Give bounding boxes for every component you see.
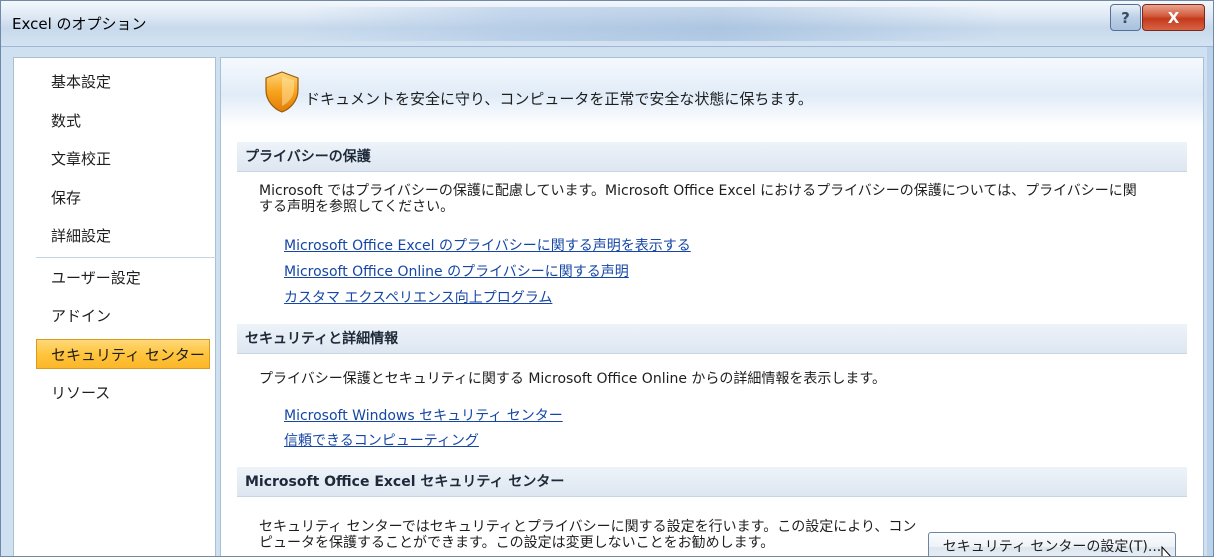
sidebar-item-proofing[interactable]: 文章校正 xyxy=(36,144,209,174)
excel-privacy-statement-link[interactable]: Microsoft Office Excel のプライバシーに関する声明を表示す… xyxy=(284,235,691,255)
sidebar-item-advanced[interactable]: 詳細設定 xyxy=(36,221,209,251)
shield-icon xyxy=(265,71,299,113)
title-bar-shine xyxy=(301,7,1001,41)
trust-banner: ドキュメントを安全に守り、コンピュータを正常で安全な状態に保ちます。 xyxy=(221,58,1203,126)
mouse-pointer-icon xyxy=(1161,545,1171,556)
privacy-section-header: プライバシーの保護 xyxy=(237,142,1187,172)
security-info-text: プライバシー保護とセキュリティに関する Microsoft Office Onl… xyxy=(259,371,887,387)
sidebar-item-basic[interactable]: 基本設定 xyxy=(36,67,209,97)
options-content: ドキュメントを安全に守り、コンピュータを正常で安全な状態に保ちます。 プライバシ… xyxy=(220,57,1204,556)
ceip-link[interactable]: カスタマ エクスペリエンス向上プログラム xyxy=(284,287,552,307)
close-icon: X xyxy=(1167,8,1180,27)
help-icon: ? xyxy=(1121,8,1130,27)
trust-center-settings-button[interactable]: セキュリティ センターの設定(T)... xyxy=(928,532,1176,556)
sidebar-item-addins[interactable]: アドイン xyxy=(36,301,209,331)
sidebar-item-formulas[interactable]: 数式 xyxy=(36,106,209,136)
windows-security-center-link[interactable]: Microsoft Windows セキュリティ センター xyxy=(284,405,563,425)
sidebar-item-resources[interactable]: リソース xyxy=(36,378,209,408)
excel-options-dialog: Excel のオプション ? X 基本設定 数式 文章校正 保存 詳細設定 ユー… xyxy=(0,0,1214,557)
security-info-section-header: セキュリティと詳細情報 xyxy=(237,324,1187,354)
trust-center-text-line2: ピュータを保護することができます。この設定は変更しないことをお勧めします。 xyxy=(259,535,775,551)
sidebar-item-save[interactable]: 保存 xyxy=(36,183,209,213)
sidebar-item-customize[interactable]: ユーザー設定 xyxy=(36,263,209,293)
sidebar-item-trust-center[interactable]: セキュリティ センター xyxy=(36,339,210,369)
close-button[interactable]: X xyxy=(1142,4,1205,31)
banner-text: ドキュメントを安全に守り、コンピュータを正常で安全な状態に保ちます。 xyxy=(305,90,813,108)
help-button[interactable]: ? xyxy=(1110,4,1141,31)
online-privacy-statement-link[interactable]: Microsoft Office Online のプライバシーに関する声明 xyxy=(284,261,629,281)
trust-center-section-header: Microsoft Office Excel セキュリティ センター xyxy=(237,467,1187,497)
title-bar: Excel のオプション ? X xyxy=(1,1,1213,47)
window-title: Excel のオプション xyxy=(12,15,147,33)
privacy-text-line2: する声明を参照してください。 xyxy=(259,199,455,215)
sidebar-divider xyxy=(36,257,216,258)
trust-center-text-line1: セキュリティ センターではセキュリティとプライバシーに関する設定を行います。この… xyxy=(259,519,917,535)
options-sidebar: 基本設定 数式 文章校正 保存 詳細設定 ユーザー設定 アドイン セキュリティ … xyxy=(13,57,216,556)
trustworthy-computing-link[interactable]: 信頼できるコンピューティング xyxy=(284,430,479,450)
window-frame-edge xyxy=(1207,47,1213,556)
privacy-text-line1: Microsoft ではプライバシーの保護に配慮しています。Microsoft … xyxy=(259,183,1137,199)
